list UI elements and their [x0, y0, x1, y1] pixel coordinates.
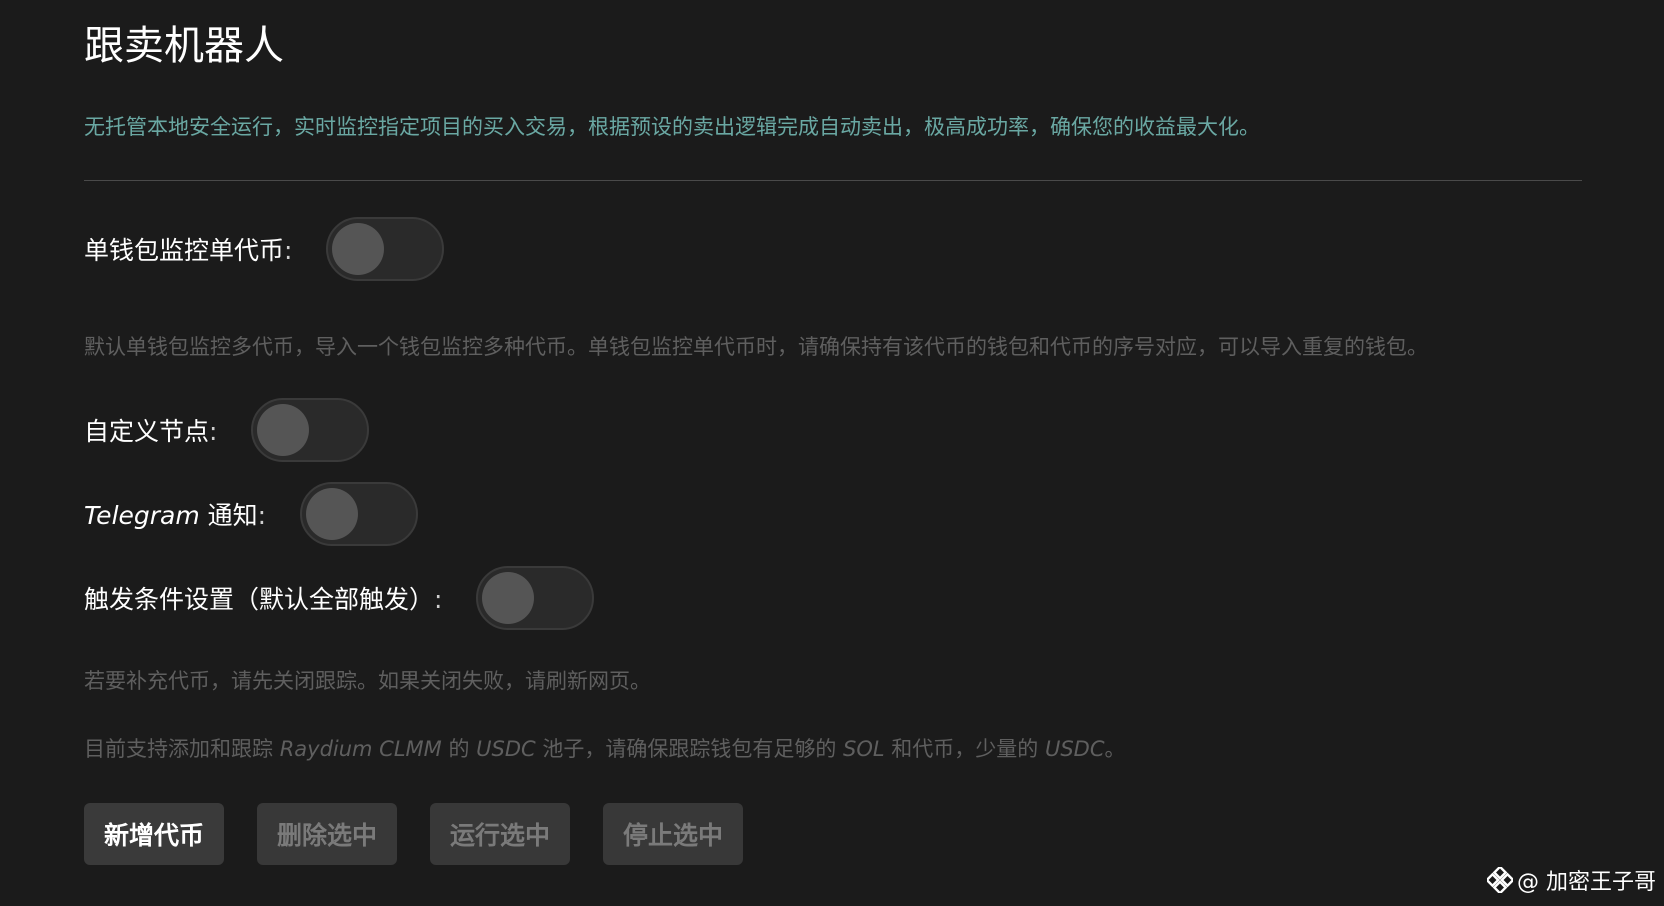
telegram-label-en: Telegram	[84, 501, 200, 530]
setting-custom-node: 自定义节点:	[84, 396, 370, 464]
support-hint: 目前支持添加和跟踪 Raydium CLMM 的 USDC 池子，请确保跟踪钱包…	[84, 734, 1126, 764]
custom-node-label: 自定义节点:	[84, 412, 217, 448]
support-hint-en: USDC	[476, 737, 536, 761]
setting-single-wallet: 单钱包监控单代币:	[84, 215, 445, 283]
trigger-label-text: 触发条件设置（默认全部触发）	[84, 585, 435, 614]
toggle-knob	[482, 572, 535, 624]
toggle-knob	[306, 488, 359, 540]
support-hint-text: 的	[441, 737, 477, 761]
custom-node-label-text: 自定义节点	[84, 417, 210, 446]
delete-selected-button[interactable]: 删除选中	[257, 803, 397, 865]
run-selected-button[interactable]: 运行选中	[430, 803, 570, 865]
custom-node-toggle[interactable]	[251, 398, 370, 462]
single-wallet-hint: 默认单钱包监控多代币，导入一个钱包监控多种代币。单钱包监控单代币时，请确保持有该…	[84, 335, 1428, 359]
support-hint-text: 目前支持添加和跟踪	[84, 737, 280, 761]
trigger-label: 触发条件设置（默认全部触发）:	[84, 580, 442, 616]
header-divider	[84, 180, 1582, 181]
trigger-colon: :	[434, 585, 443, 614]
page-title: 跟卖机器人	[84, 23, 284, 69]
stop-selected-button[interactable]: 停止选中	[603, 803, 743, 865]
support-hint-en: USDC	[1044, 737, 1105, 761]
telegram-colon: :	[257, 501, 267, 530]
binance-logo-icon	[1487, 867, 1513, 893]
page-subtitle: 无托管本地安全运行，实时监控指定项目的买入交易，根据预设的卖出逻辑完成自动卖出，…	[84, 115, 1260, 139]
support-hint-text: 。	[1104, 737, 1126, 761]
refill-hint: 若要补充代币，请先关闭跟踪。如果关闭失败，请刷新网页。	[84, 669, 651, 693]
single-wallet-colon: :	[284, 236, 293, 265]
telegram-label-text: 通知	[199, 501, 258, 530]
toggle-knob	[257, 404, 310, 456]
watermark: @ 加密王子哥	[1487, 864, 1656, 896]
support-hint-text: 池子，请确保跟踪钱包有足够的	[535, 737, 844, 761]
action-buttons: 新增代币 删除选中 运行选中 停止选中	[84, 803, 743, 865]
single-wallet-label: 单钱包监控单代币:	[84, 231, 292, 267]
support-hint-en: SOL	[843, 737, 885, 761]
add-token-button[interactable]: 新增代币	[84, 803, 224, 865]
single-wallet-toggle[interactable]	[326, 217, 445, 281]
trigger-toggle[interactable]	[476, 566, 595, 630]
setting-trigger: 触发条件设置（默认全部触发）:	[84, 564, 595, 632]
toggle-knob	[332, 223, 385, 275]
custom-node-colon: :	[209, 417, 218, 446]
support-hint-text: 和代币，少量的	[884, 737, 1045, 761]
telegram-toggle[interactable]	[300, 482, 419, 546]
setting-telegram: Telegram 通知:	[84, 480, 419, 548]
support-hint-en: Raydium CLMM	[279, 737, 442, 761]
telegram-label: Telegram 通知:	[84, 496, 266, 532]
single-wallet-label-text: 单钱包监控单代币	[84, 236, 285, 265]
watermark-text: @ 加密王子哥	[1517, 870, 1656, 895]
